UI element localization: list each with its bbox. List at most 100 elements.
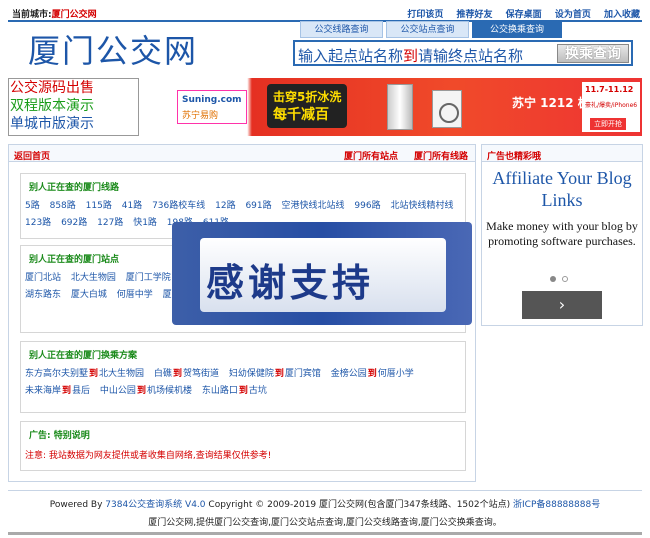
main-header: 返回首页 厦门所有站点 厦门所有线路 <box>9 145 475 162</box>
popular-transfers-list: 东方高尔夫别墅到北大生物园 白礁到贺笃街道 妇幼保健院到厦门宾馆 金榜公园到何厝… <box>25 366 461 400</box>
carousel-next-button[interactable]: › <box>522 291 602 319</box>
suning-banner-ad[interactable]: Suning.com 苏宁易购 击穿5折冰洗 每千减百 苏宁 1212 极物节 … <box>172 78 642 136</box>
transfer-item[interactable]: 中山公园到机场候机楼 <box>100 386 192 396</box>
add-favorite-link[interactable]: 加入收藏 <box>604 10 640 20</box>
home-link[interactable]: 返回首页 <box>14 149 50 162</box>
stop-link[interactable]: 湖东路东 <box>25 290 61 300</box>
tab-line-search[interactable]: 公交线路查询 <box>300 21 383 38</box>
carousel-dot-1[interactable] <box>550 276 556 282</box>
line-link[interactable]: 快1路 <box>133 218 157 228</box>
icp-link[interactable]: 浙ICP备88888888号 <box>513 500 600 510</box>
transfer-end-link[interactable]: 厦门宾馆 <box>285 369 321 379</box>
line-link[interactable]: 12路 <box>215 201 235 211</box>
popular-stops-title: 别人正在查的厦门站点 <box>29 255 120 265</box>
transfer-start-link[interactable]: 白礁 <box>154 369 172 379</box>
transfer-search-button[interactable]: 换乘查询 <box>557 44 629 63</box>
right-ad-box: 广告也精彩哦 Affiliate Your Blog Links Make mo… <box>481 144 643 326</box>
stop-link[interactable]: 厦大白城 <box>71 290 107 300</box>
line-link[interactable]: 空港快线北站线 <box>282 201 345 211</box>
carousel-dot-2[interactable] <box>562 276 568 282</box>
notice-section: 广告: 特别说明 注意: 我站数据为网友提供或者收集自网络,查询结果仅供参考! <box>20 421 466 471</box>
print-link[interactable]: 打印该页 <box>407 10 443 20</box>
all-stops-link[interactable]: 厦门所有站点 <box>344 149 398 162</box>
line-link[interactable]: 115路 <box>86 201 112 211</box>
line-link[interactable]: 41路 <box>122 201 142 211</box>
transfer-end-link[interactable]: 县后 <box>72 386 90 396</box>
footer-description: 厦门公交网,提供厦门公交查询,厦门公交站点查询,厦门公交线路查询,厦门公交换乘查… <box>148 518 502 528</box>
thanks-overlay[interactable]: 感谢支持 <box>172 222 472 325</box>
transfer-to-label: 到 <box>172 369 182 379</box>
transfer-item[interactable]: 未来海岸到县后 <box>25 386 90 396</box>
transfer-item[interactable]: 东方高尔夫别墅到北大生物园 <box>25 369 144 379</box>
line-link[interactable]: 5路 <box>25 201 40 211</box>
search-input[interactable]: 输入起点站名称到请输终点站名称 <box>298 45 523 66</box>
transfer-end-link[interactable]: 何厝小学 <box>378 369 414 379</box>
transfer-start-link[interactable]: 中山公园 <box>100 386 136 396</box>
transfer-end-link[interactable]: 机场候机楼 <box>147 386 192 396</box>
city-name[interactable]: 厦门公交网 <box>52 10 97 20</box>
stop-link[interactable]: 厦门工学院 <box>126 273 171 283</box>
line-link[interactable]: 北站快线精村线 <box>390 201 453 211</box>
stop-link[interactable]: 厦门北站 <box>25 273 61 283</box>
top-bar: 当前城市:厦门公交网 打印该页 推荐好友 保存桌面 设为首页 加入收藏 <box>8 6 642 20</box>
all-lines-link[interactable]: 厦门所有线路 <box>414 149 468 162</box>
transfer-start-link[interactable]: 妇幼保健院 <box>229 369 274 379</box>
carousel-dots <box>550 275 574 285</box>
transfer-to-label: 到 <box>62 386 72 396</box>
popular-lines-title: 别人正在查的厦门线路 <box>29 183 120 193</box>
transfer-search-box: 输入起点站名称到请输终点站名称 换乘查询 <box>293 40 633 66</box>
promo-date-box: 11.7-11.12 豪礼/爆卖/iPhone6 立即开抢 <box>582 82 640 132</box>
transfer-start-link[interactable]: 未来海岸 <box>25 386 61 396</box>
current-city: 当前城市:厦门公交网 <box>12 10 97 20</box>
set-home-link[interactable]: 设为首页 <box>555 10 591 20</box>
notice-text: 注意: 我站数据为网友提供或者收集自网络,查询结果仅供参考! <box>25 451 272 461</box>
line-link[interactable]: 692路 <box>61 218 87 228</box>
line-link[interactable]: 736路校车线 <box>152 201 205 211</box>
thanks-text: 感谢支持 <box>206 260 375 305</box>
line-link[interactable]: 858路 <box>50 201 76 211</box>
transfer-to-label: 到 <box>274 369 284 379</box>
line-link[interactable]: 996路 <box>354 201 380 211</box>
promo-badge: 击穿5折冰洗 每千减百 <box>267 84 347 128</box>
source-code-ad[interactable]: 公交源码出售 双程版本演示 单城市版演示 <box>8 78 139 136</box>
transfer-item[interactable]: 白礁到贺笃街道 <box>154 369 219 379</box>
tab-stop-search[interactable]: 公交站点查询 <box>386 21 469 38</box>
transfer-end-link[interactable]: 古坑 <box>249 386 267 396</box>
transfer-end-link[interactable]: 贺笃街道 <box>183 369 219 379</box>
system-link[interactable]: 7384公交查询系统 V4.0 <box>105 500 205 510</box>
line-link[interactable]: 127路 <box>97 218 123 228</box>
stop-link[interactable]: 北大生物园 <box>71 273 116 283</box>
recommend-link[interactable]: 推荐好友 <box>457 10 493 20</box>
transfer-start-link[interactable]: 东方高尔夫别墅 <box>25 369 88 379</box>
grab-now-button[interactable]: 立即开抢 <box>590 118 626 130</box>
transfer-start-link[interactable]: 金榜公园 <box>331 369 367 379</box>
transfer-start-link[interactable]: 东山路口 <box>202 386 238 396</box>
transfer-item[interactable]: 东山路口到古坑 <box>202 386 267 396</box>
footer-divider <box>8 490 642 491</box>
washer-image <box>432 90 462 128</box>
transfer-item[interactable]: 妇幼保健院到厦门宾馆 <box>229 369 321 379</box>
tab-transfer-search[interactable]: 公交换乘查询 <box>472 21 562 38</box>
site-logo[interactable]: 厦门公交网 <box>28 26 198 72</box>
transfer-item[interactable]: 金榜公园到何厝小学 <box>331 369 414 379</box>
thanks-panel: 感谢支持 <box>200 238 446 312</box>
transfer-end-link[interactable]: 北大生物园 <box>99 369 144 379</box>
top-links: 打印该页 推荐好友 保存桌面 设为首页 加入收藏 <box>397 7 640 20</box>
stop-link[interactable]: 何厝中学 <box>117 290 153 300</box>
ad-line-3[interactable]: 单城市版演示 <box>9 115 138 133</box>
transfer-to-label: 到 <box>238 386 248 396</box>
affiliate-ad-title[interactable]: Affiliate Your Blog Links <box>482 167 642 211</box>
suning-logo: Suning.com 苏宁易购 <box>177 90 247 124</box>
fridge-image <box>387 84 413 130</box>
affiliate-ad-body: Make money with your blog by promoting s… <box>486 219 638 248</box>
ad-line-1[interactable]: 公交源码出售 <box>9 79 138 97</box>
end-stop-input[interactable]: 请输终点站名称 <box>418 47 523 65</box>
save-desktop-link[interactable]: 保存桌面 <box>506 10 542 20</box>
bottom-bar <box>8 532 642 535</box>
ad-line-2[interactable]: 双程版本演示 <box>9 97 138 115</box>
popular-transfers-section: 别人正在查的厦门换乘方案 东方高尔夫别墅到北大生物园 白礁到贺笃街道 妇幼保健院… <box>20 341 466 413</box>
line-link[interactable]: 691路 <box>245 201 271 211</box>
line-link[interactable]: 123路 <box>25 218 51 228</box>
start-stop-input[interactable]: 输入起点站名称 <box>298 47 403 65</box>
transfer-to-label: 到 <box>367 369 377 379</box>
